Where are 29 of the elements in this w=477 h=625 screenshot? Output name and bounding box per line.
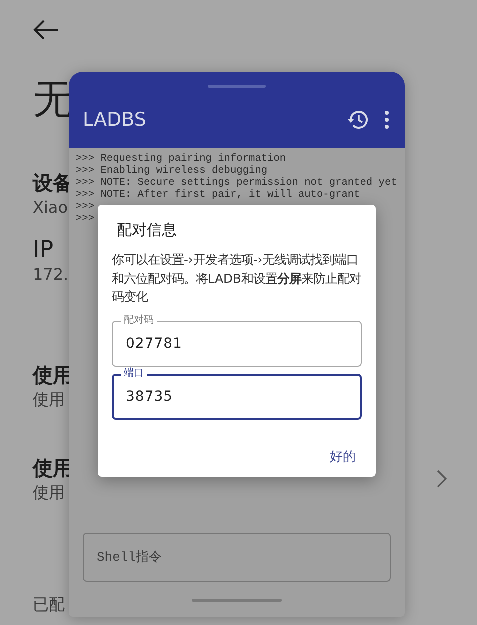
setting-title: 设备 [33, 170, 73, 197]
drag-handle[interactable] [192, 599, 282, 602]
log-line: >>> Enabling wireless debugging [76, 165, 268, 177]
setting-subtitle: 172. [33, 264, 69, 286]
dialog-title: 配对信息 [117, 220, 177, 241]
log-line: >>> NOTE: Secure settings permission not granted yet [76, 177, 398, 189]
log-line: >>> [76, 213, 95, 225]
field-label: 配对码 [121, 314, 157, 326]
more-icon[interactable] [385, 111, 389, 129]
log-line: >>> NOTE: After first pair, it will auto-grant [76, 189, 360, 201]
field-input[interactable]: 027781 [126, 336, 348, 352]
ok-button[interactable]: 好的 [324, 442, 362, 472]
app-title: LADBS [83, 109, 148, 131]
setting-subtitle: 使用 [33, 389, 65, 411]
history-icon[interactable] [347, 110, 369, 130]
drag-handle[interactable] [208, 85, 266, 88]
log-line: >>> [76, 201, 95, 213]
setting-subtitle: 已配 [33, 594, 65, 616]
field-label: 端口 [121, 366, 147, 380]
shell-input[interactable]: Shell指令 [97, 550, 377, 565]
setting-title: IP [33, 236, 54, 264]
setting-subtitle: 使用 [33, 482, 65, 504]
back-icon[interactable] [33, 20, 59, 40]
shell-field[interactable]: Shell指令 [83, 533, 391, 582]
log-line: >>> Requesting pairing information [76, 153, 286, 165]
field-input[interactable]: 38735 [126, 388, 348, 404]
dialog-message: 你可以在设置-›开发者选项-›无线调试找到端口和六位配对码。将LADB和设置分屏来防止配对码变化 [112, 252, 362, 306]
chevron-right-icon[interactable] [437, 470, 447, 488]
setting-subtitle: Xiao [33, 197, 68, 219]
